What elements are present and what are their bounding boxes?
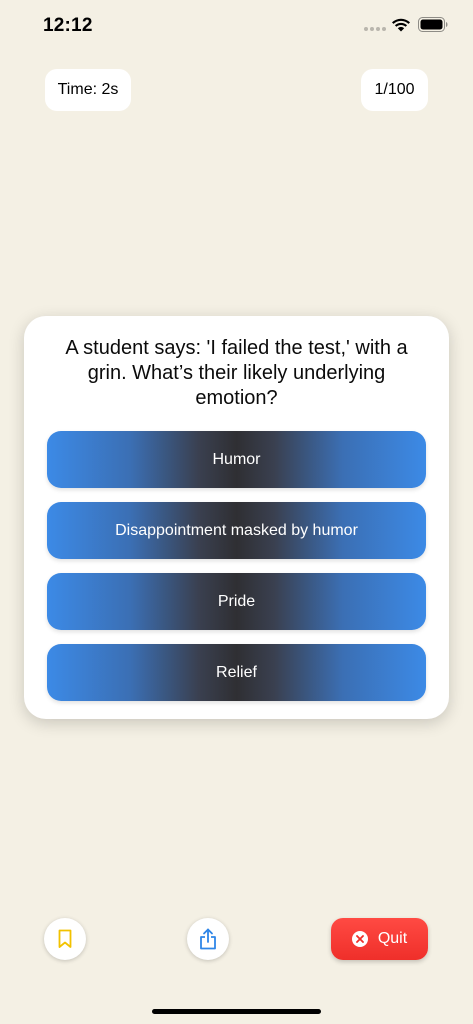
status-bar: 12:12 [0,0,473,50]
quit-button[interactable]: Quit [331,918,428,960]
status-time: 12:12 [43,15,93,36]
share-button[interactable] [187,918,229,960]
bookmark-button[interactable] [44,918,86,960]
answer-option-4[interactable]: Relief [47,644,426,701]
progress-label: 1/100 [374,81,415,98]
question-text: A student says: 'I failed the test,' wit… [65,337,408,409]
answer-option-label: Pride [217,592,256,610]
answer-option-label: Disappointment masked by humor [115,521,358,539]
question-card: A student says: 'I failed the test,' wit… [24,316,449,719]
close-circle-icon [351,931,368,947]
progress-chip: 1/100 [361,69,428,111]
answer-option-2[interactable]: Disappointment masked by humor [47,502,426,559]
quit-label: Quit [377,930,408,947]
answer-option-3[interactable]: Pride [47,573,426,630]
battery-icon [418,17,448,32]
cellular-signal-icon [364,27,386,31]
answer-option-label: Relief [216,663,257,681]
bookmark-icon [58,929,72,948]
timer-chip: Time: 2s [45,69,131,111]
home-indicator[interactable] [152,1009,321,1014]
wifi-icon [392,18,410,32]
share-icon [200,928,216,950]
timer-label: Time: 2s [57,81,119,98]
answer-option-label: Humor [212,450,261,468]
answer-option-1[interactable]: Humor [47,431,426,488]
